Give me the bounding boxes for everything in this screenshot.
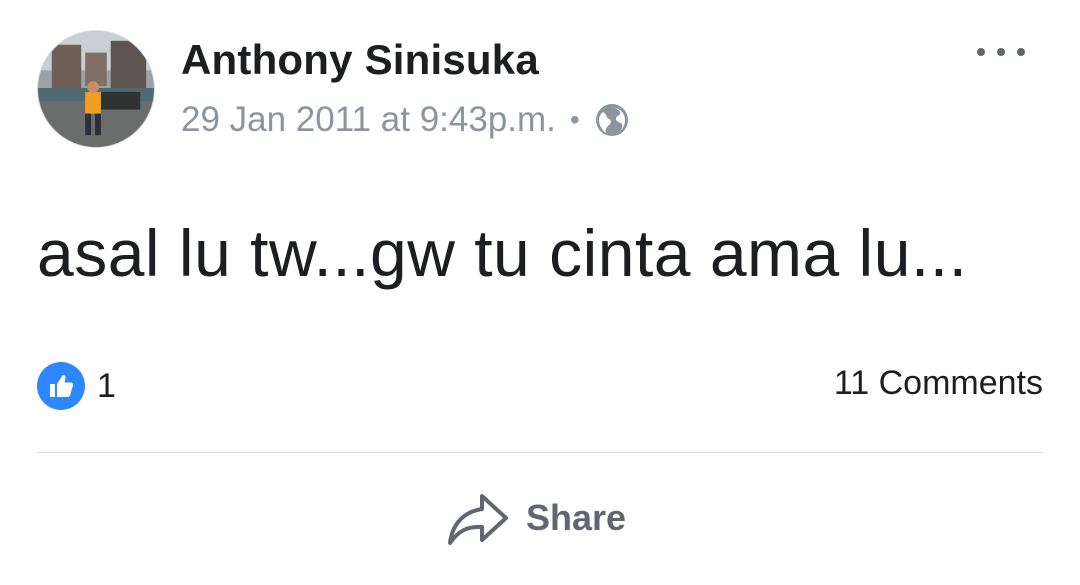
- globe-icon[interactable]: [594, 102, 630, 138]
- reactions-summary[interactable]: 1: [37, 362, 116, 410]
- author-name[interactable]: Anthony Sinisuka: [181, 36, 539, 84]
- avatar[interactable]: [37, 30, 155, 148]
- avatar-photo: [38, 31, 154, 147]
- meta-separator: •: [569, 104, 580, 135]
- post-meta: 29 Jan 2011 at 9:43p.m. •: [181, 100, 630, 140]
- like-icon: [37, 362, 85, 410]
- like-count: 1: [97, 366, 116, 405]
- post-message: asal lu tw...gw tu cinta ama lu...: [37, 216, 968, 290]
- share-label: Share: [526, 497, 627, 538]
- post-card: Anthony Sinisuka 29 Jan 2011 at 9:43p.m.…: [0, 0, 1080, 585]
- more-options-icon[interactable]: [977, 42, 1025, 62]
- share-button[interactable]: Share: [446, 488, 626, 548]
- divider: [37, 452, 1043, 453]
- post-timestamp[interactable]: 29 Jan 2011 at 9:43p.m.: [181, 100, 556, 140]
- share-arrow-icon: [448, 494, 508, 545]
- comments-count[interactable]: 11 Comments: [834, 364, 1043, 403]
